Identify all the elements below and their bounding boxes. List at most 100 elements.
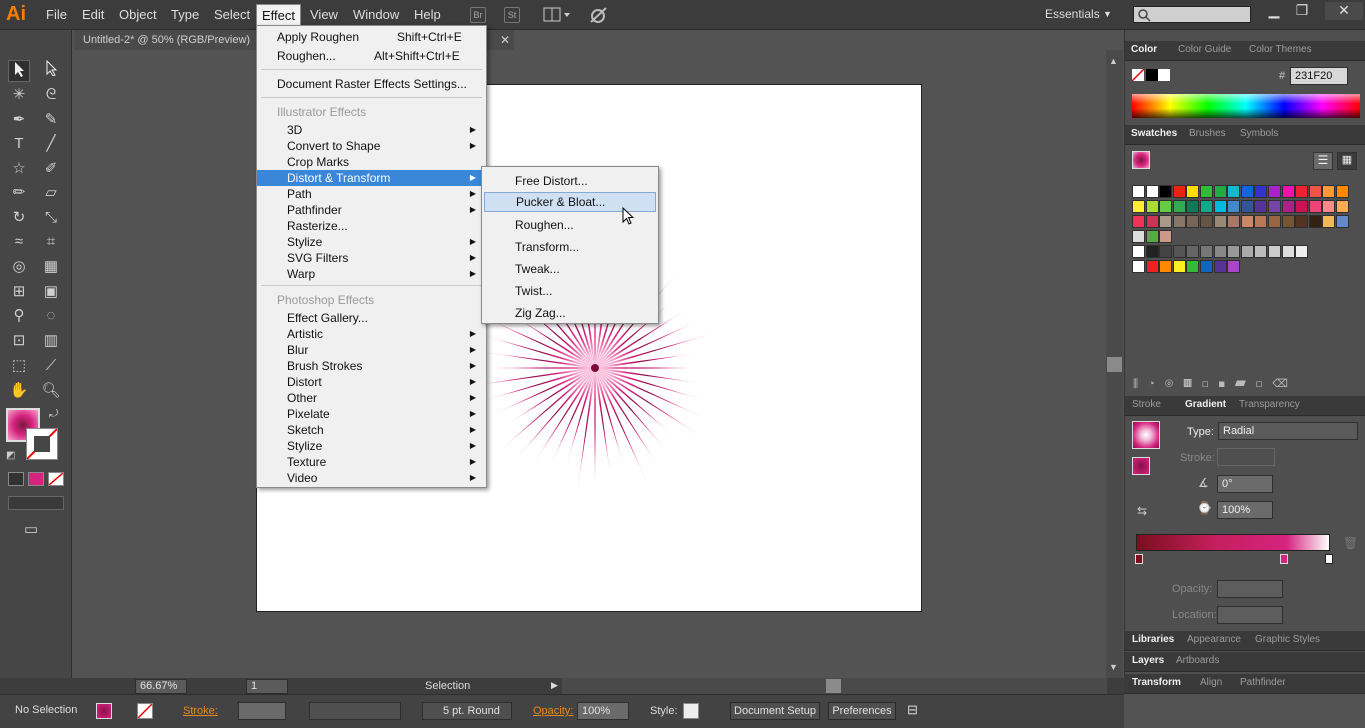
opacity-input[interactable]: 100% xyxy=(577,702,629,720)
artboard-number-input[interactable]: 1 xyxy=(246,679,288,694)
list-view-icon[interactable]: ☰ xyxy=(1313,152,1333,170)
menu-window[interactable]: Window xyxy=(349,7,403,25)
gradient-tool-icon[interactable]: ▣ xyxy=(40,281,62,303)
bridge-button[interactable]: Br xyxy=(470,7,486,23)
gradient-angle-input[interactable]: 0° xyxy=(1217,475,1273,493)
opacity-label[interactable]: Opacity: xyxy=(533,705,573,717)
swatch[interactable] xyxy=(1268,200,1281,213)
horizontal-scrollbar[interactable] xyxy=(562,678,1107,694)
swatch[interactable] xyxy=(1254,185,1268,198)
menu-distort-transform[interactable]: Distort & Transform ▶ xyxy=(257,170,486,186)
default-colors-icon[interactable]: ◩ xyxy=(6,450,15,461)
menu-path[interactable]: Path ▶ xyxy=(257,186,486,202)
swatch[interactable] xyxy=(1254,245,1268,258)
swatch[interactable] xyxy=(1213,185,1227,198)
swatch[interactable] xyxy=(1308,215,1322,228)
swatch[interactable] xyxy=(1159,215,1173,228)
preferences-button[interactable]: Preferences xyxy=(828,702,896,720)
gradient-location-input[interactable] xyxy=(1217,606,1283,624)
menu-texture[interactable]: Texture ▶ xyxy=(257,454,486,470)
swatch[interactable] xyxy=(1172,185,1186,198)
swatch[interactable] xyxy=(1132,215,1145,228)
submenu-transform[interactable]: Transform... xyxy=(482,238,658,256)
swatch[interactable] xyxy=(1213,260,1227,273)
paintbrush-icon[interactable]: ✐ xyxy=(40,158,62,180)
document-setup-button[interactable]: Document Setup xyxy=(730,702,820,720)
symbol-sprayer-icon[interactable]: ⊡ xyxy=(8,330,30,352)
arrange-documents-icon[interactable] xyxy=(543,7,571,23)
color-spectrum[interactable] xyxy=(1132,94,1360,118)
status-menu-arrow-icon[interactable]: ▶ xyxy=(551,680,558,691)
tab-appearance[interactable]: Appearance xyxy=(1187,634,1241,645)
shape-builder-icon[interactable]: ◎ xyxy=(8,256,30,278)
swatch[interactable] xyxy=(1295,245,1309,258)
menu-sketch[interactable]: Sketch ▶ xyxy=(257,422,486,438)
workspace-switcher[interactable]: Essentials xyxy=(1045,7,1100,21)
swatch[interactable] xyxy=(1213,215,1227,228)
stroke-weight-input[interactable] xyxy=(238,702,286,720)
swatch[interactable] xyxy=(1172,200,1186,213)
swatch-panel-footer-icons[interactable]: ⫼◔⊚▦◻◼▰◻⌫ xyxy=(1133,377,1358,391)
swatch[interactable] xyxy=(1200,245,1213,258)
stock-button[interactable]: St xyxy=(504,7,520,23)
swatch[interactable] xyxy=(1172,245,1186,258)
swatch[interactable] xyxy=(1159,230,1173,243)
draw-mode-buttons[interactable] xyxy=(8,496,64,510)
horizontal-scroll-thumb[interactable] xyxy=(826,679,841,693)
swatch[interactable] xyxy=(1159,200,1173,213)
artboard-tool-icon[interactable]: ⬚ xyxy=(8,355,30,377)
swatch[interactable] xyxy=(1336,185,1349,198)
gradient-opacity-input[interactable] xyxy=(1217,580,1283,598)
swatch[interactable] xyxy=(1186,200,1200,213)
swatch[interactable] xyxy=(1295,185,1309,198)
swatch[interactable] xyxy=(1159,260,1173,273)
tab-artboards[interactable]: Artboards xyxy=(1176,655,1219,666)
swatch[interactable] xyxy=(1200,260,1213,273)
menu-svg-filters[interactable]: SVG Filters ▶ xyxy=(257,250,486,266)
menu-document-raster-settings[interactable]: Document Raster Effects Settings... xyxy=(257,76,486,92)
hex-input[interactable]: 231F20 xyxy=(1290,67,1348,85)
swatch[interactable] xyxy=(1200,200,1213,213)
control-stroke-swatch[interactable] xyxy=(137,703,153,719)
swatch[interactable] xyxy=(1145,185,1159,198)
menu-video[interactable]: Video ▶ xyxy=(257,470,486,486)
width-tool-icon[interactable]: ≈ xyxy=(8,231,30,253)
swatch[interactable] xyxy=(1281,185,1295,198)
swatch[interactable] xyxy=(1281,245,1295,258)
swatch[interactable] xyxy=(1227,260,1241,273)
scroll-up-icon[interactable]: ▲ xyxy=(1109,56,1118,66)
color-white-swatch[interactable] xyxy=(1158,69,1170,81)
reverse-gradient-icon[interactable]: ⇆ xyxy=(1137,504,1147,518)
scale-tool-icon[interactable]: ⤡ xyxy=(40,207,62,229)
close-button[interactable]: ✕ xyxy=(1325,2,1363,20)
brush-definition-select[interactable]: 5 pt. Round xyxy=(422,702,512,720)
blend-tool-icon[interactable]: ◌ xyxy=(40,305,62,327)
none-mode-button[interactable] xyxy=(48,472,64,486)
pen-tool-icon[interactable]: ✒ xyxy=(8,109,30,131)
scroll-down-icon[interactable]: ▼ xyxy=(1109,662,1118,672)
swatch[interactable] xyxy=(1336,200,1349,213)
menu-roughen[interactable]: Roughen... Alt+Shift+Ctrl+E xyxy=(257,48,486,64)
menu-apply-roughen[interactable]: Apply Roughen Shift+Ctrl+E xyxy=(257,29,486,45)
gradient-type-select[interactable]: Radial xyxy=(1218,422,1358,440)
swatch[interactable] xyxy=(1240,200,1254,213)
minimize-button[interactable]: ▁ xyxy=(1260,2,1288,20)
screen-mode-icon[interactable]: ▭ xyxy=(24,520,38,538)
swatch[interactable] xyxy=(1254,215,1268,228)
menu-effect[interactable]: Effect xyxy=(256,4,302,26)
swatch[interactable] xyxy=(1281,215,1295,228)
menu-object[interactable]: Object xyxy=(115,7,161,25)
mesh-tool-icon[interactable]: ⊞ xyxy=(8,281,30,303)
swatch[interactable] xyxy=(1200,185,1213,198)
tab-layers[interactable]: Layers xyxy=(1132,655,1164,666)
swatch[interactable] xyxy=(1240,215,1254,228)
swatch[interactable] xyxy=(1240,245,1254,258)
delete-stop-icon[interactable]: 🗑︎ xyxy=(1343,536,1358,550)
swatch[interactable] xyxy=(1159,185,1173,198)
color-mode-button[interactable] xyxy=(8,472,24,486)
menu-stylize-illustrator[interactable]: Stylize ▶ xyxy=(257,234,486,250)
swatch[interactable] xyxy=(1268,185,1281,198)
zoom-input[interactable]: 66.67% xyxy=(135,679,187,694)
swatch[interactable] xyxy=(1227,245,1241,258)
menu-help[interactable]: Help xyxy=(410,7,445,25)
